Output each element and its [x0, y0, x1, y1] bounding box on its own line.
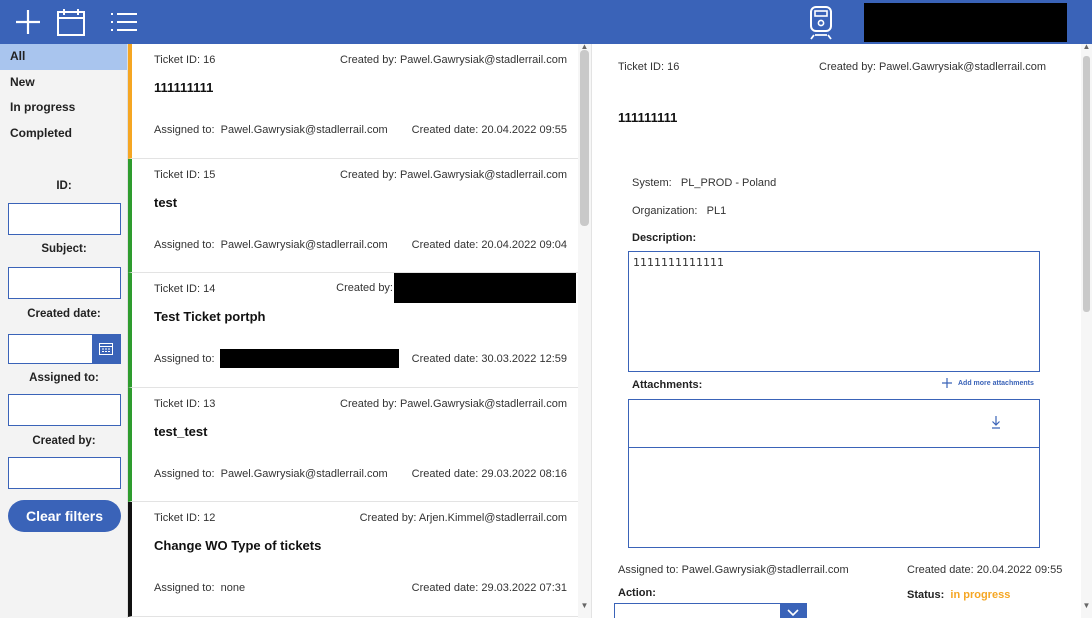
redacted-creator: [394, 273, 576, 303]
download-icon[interactable]: [989, 414, 1003, 430]
ticket-created-by: Created by: Arjen.Kimmel@stadlerrail.com: [359, 512, 567, 524]
assigned-to-filter-label: Assigned to:: [29, 372, 99, 384]
status-value: in progress: [950, 589, 1011, 601]
ticket-card[interactable]: Ticket ID: 16 Created by: Pawel.Gawrysia…: [128, 44, 578, 159]
ticket-assigned-to: Assigned to: none: [154, 582, 246, 594]
ticket-created-date: Created date: 20.04.2022 09:04: [411, 238, 567, 251]
ticket-created-date: Created date: 29.03.2022 08:16: [411, 467, 567, 480]
created-date-filter-label: Created date:: [27, 308, 101, 320]
detail-ticket-id: Ticket ID: 16: [618, 61, 680, 73]
calendar-picker-icon[interactable]: [92, 335, 120, 363]
id-filter-input[interactable]: [8, 203, 121, 235]
subject-filter-label: Subject:: [41, 243, 87, 255]
list-icon[interactable]: [107, 6, 139, 38]
ticket-id: Ticket ID: 16: [154, 54, 216, 66]
ticket-card[interactable]: Ticket ID: 12 Created by: Arjen.Kimmel@s…: [128, 502, 578, 617]
detail-scroll-thumb[interactable]: [1083, 56, 1090, 312]
ticket-created-by: Created by: Pawel.Gawrysiak@stadlerrail.…: [340, 54, 567, 66]
ticket-list-scrollbar[interactable]: ▲ ▼: [578, 42, 591, 618]
ticket-created-by: Created by: Pawel.Gawrysiak@stadlerrail.…: [340, 397, 567, 410]
ticket-assigned-to: Assigned to:: [154, 349, 399, 368]
plus-icon[interactable]: [12, 6, 44, 38]
ticket-assigned-to: Assigned to: Pawel.Gawrysiak@stadlerrail…: [154, 467, 388, 480]
detail-created-by: Created by: Pawel.Gawrysiak@stadlerrail.…: [819, 61, 1046, 73]
calendar-icon[interactable]: [55, 6, 87, 38]
add-icon: [942, 378, 952, 388]
ticket-assigned-to: Assigned to: Pawel.Gawrysiak@stadlerrail…: [154, 124, 388, 136]
top-bar: [0, 0, 1092, 44]
description-textarea[interactable]: 1111111111111: [628, 251, 1040, 372]
ticket-list-scroll-thumb[interactable]: [580, 50, 589, 226]
detail-status: Status: in progress: [907, 589, 1011, 601]
status-filter-new[interactable]: New: [0, 70, 127, 96]
ticket-id: Ticket ID: 13: [154, 397, 216, 410]
action-select[interactable]: [614, 603, 807, 618]
ticket-created-by: Created by:: [336, 273, 576, 303]
id-filter-label: ID:: [56, 180, 72, 192]
detail-organization: Organization: PL1: [632, 205, 727, 217]
ticket-subject: test: [154, 194, 178, 210]
detail-system: System: PL_PROD - Poland: [632, 177, 777, 189]
ticket-card[interactable]: Ticket ID: 14 Created by: Test Ticket po…: [128, 273, 578, 388]
ticket-subject: test_test: [154, 423, 208, 439]
detail-title: 111111111: [618, 110, 678, 125]
created-by-filter-label: Created by:: [32, 435, 96, 447]
status-filter-all[interactable]: All: [0, 44, 127, 70]
scroll-down-icon[interactable]: ▼: [578, 601, 591, 610]
status-filter-in-progress[interactable]: In progress: [0, 95, 127, 121]
description-label: Description:: [632, 232, 697, 244]
chevron-down-icon[interactable]: [780, 604, 806, 618]
ticket-card[interactable]: Ticket ID: 15 Created by: Pawel.Gawrysia…: [128, 158, 578, 273]
ticket-id: Ticket ID: 12: [154, 512, 216, 524]
ticket-id: Ticket ID: 15: [154, 168, 216, 181]
ticket-subject: 111111111: [154, 80, 214, 95]
train-icon: [806, 4, 836, 40]
attachment-row[interactable]: [629, 400, 1039, 448]
add-attachments-button[interactable]: Add more attachments: [942, 378, 1034, 388]
ticket-assigned-to: Assigned to: Pawel.Gawrysiak@stadlerrail…: [154, 238, 388, 251]
clear-filters-button[interactable]: Clear filters: [8, 500, 121, 532]
filter-panel: All New In progress Completed ID: Subjec…: [0, 44, 128, 618]
scroll-down-icon[interactable]: ▼: [1081, 601, 1092, 610]
attachments-list: [628, 399, 1040, 548]
attachments-label: Attachments:: [632, 379, 703, 391]
ticket-list: Ticket ID: 16 Created by: Pawel.Gawrysia…: [128, 44, 578, 618]
action-label: Action:: [618, 587, 656, 599]
add-attachments-label: Add more attachments: [958, 379, 1034, 387]
ticket-created-date: Created date: 20.04.2022 09:55: [411, 124, 567, 136]
created-date-filter-input[interactable]: [8, 334, 121, 364]
ticket-detail-panel: Ticket ID: 16 Created by: Pawel.Gawrysia…: [591, 44, 1081, 618]
subject-filter-input[interactable]: [8, 267, 121, 299]
scroll-up-icon[interactable]: ▲: [1081, 42, 1092, 51]
redacted-user-area: [864, 3, 1067, 42]
ticket-created-date: Created date: 30.03.2022 12:59: [411, 353, 567, 365]
detail-assigned-to: Assigned to: Pawel.Gawrysiak@stadlerrail…: [618, 564, 849, 576]
detail-created-date: Created date: 20.04.2022 09:55: [907, 564, 1063, 576]
ticket-subject: Change WO Type of tickets: [154, 538, 322, 553]
ticket-created-date: Created date: 29.03.2022 07:31: [411, 582, 567, 594]
detail-scrollbar[interactable]: ▲ ▼: [1081, 42, 1092, 618]
redacted-assignee: [219, 349, 399, 368]
ticket-created-by: Created by: Pawel.Gawrysiak@stadlerrail.…: [340, 168, 567, 181]
ticket-id: Ticket ID: 14: [154, 283, 216, 295]
assigned-to-filter-input[interactable]: [8, 394, 121, 426]
ticket-card[interactable]: Ticket ID: 13 Created by: Pawel.Gawrysia…: [128, 387, 578, 502]
status-filter-completed[interactable]: Completed: [0, 121, 127, 147]
ticket-subject: Test Ticket portph: [154, 309, 266, 324]
created-by-filter-input[interactable]: [8, 457, 121, 489]
